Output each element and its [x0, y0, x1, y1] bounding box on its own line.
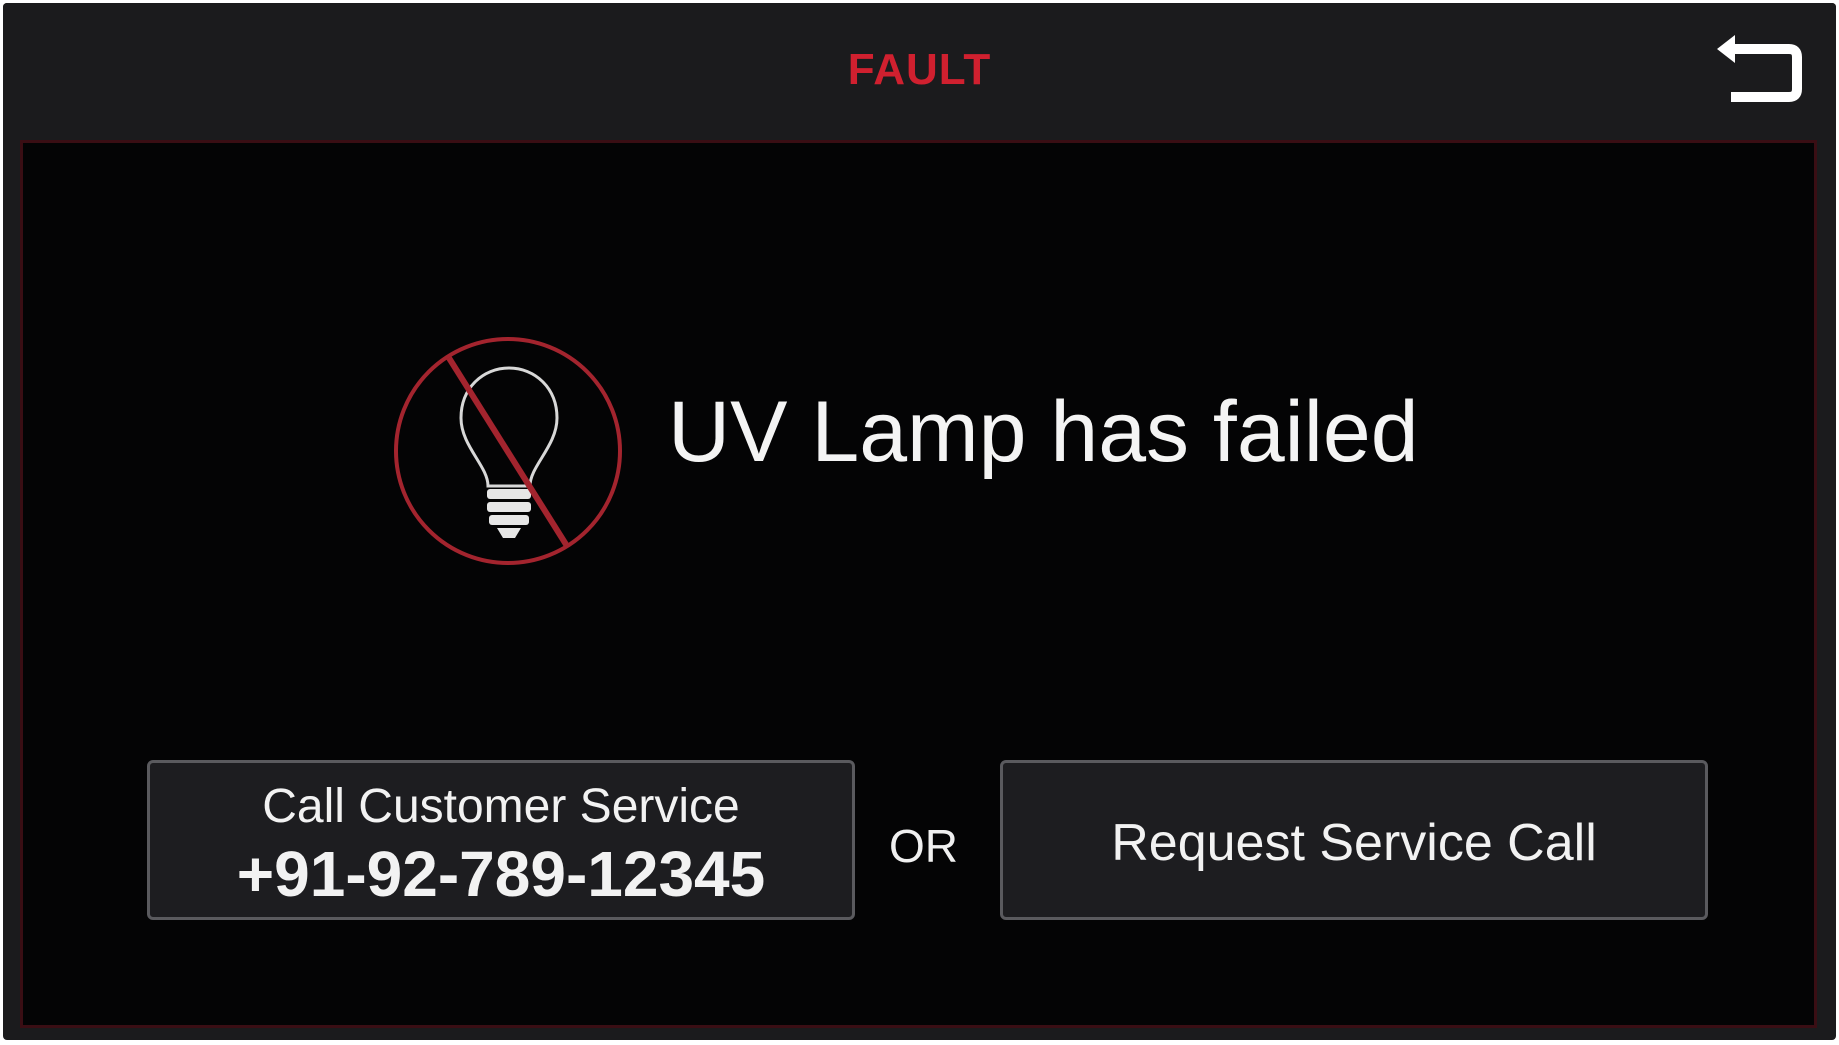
fault-screen: FAULT UV Lamp has failed Call Customer S… [3, 3, 1836, 1040]
page-title: FAULT [847, 45, 992, 94]
customer-service-phone-number: +91-92-789-12345 [236, 838, 766, 910]
call-customer-service-label: Call Customer Service [262, 780, 740, 833]
title-bar: FAULT [3, 3, 1836, 139]
request-service-call-label: Request Service Call [1111, 814, 1597, 872]
or-separator: OR [889, 820, 958, 872]
request-service-call-button[interactable]: Request Service Call [1000, 760, 1708, 920]
back-button[interactable] [1711, 29, 1811, 119]
back-arrow-icon [1717, 35, 1802, 102]
fault-message: UV Lamp has failed [668, 384, 1419, 480]
call-customer-service-button[interactable]: Call Customer Service +91-92-789-12345 [147, 760, 855, 920]
fault-content: UV Lamp has failed Call Customer Service… [20, 140, 1817, 1028]
lamp-failed-icon [383, 326, 633, 576]
